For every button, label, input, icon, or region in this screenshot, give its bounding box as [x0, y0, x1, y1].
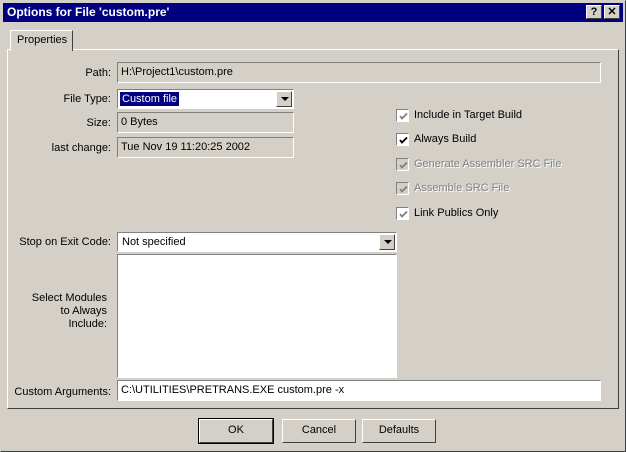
file-type-dropdown[interactable]: Custom file [117, 89, 294, 109]
modules-listbox[interactable] [117, 254, 397, 378]
window-title: Options for File 'custom.pre' [7, 5, 170, 19]
chevron-down-icon[interactable] [379, 234, 395, 250]
file-type-label: File Type: [63, 93, 112, 105]
file-type-value: Custom file [120, 92, 180, 106]
size-field: 0 Bytes [117, 112, 294, 133]
tab-properties[interactable]: Properties [10, 30, 73, 51]
close-button[interactable]: ✕ [604, 5, 620, 19]
generate-assembler-src-label: Generate Assembler SRC File [414, 158, 562, 170]
ok-button[interactable]: OK [198, 418, 274, 444]
stop-on-exit-label: Stop on Exit Code: [19, 236, 111, 248]
custom-arguments-label: Custom Arguments: [14, 386, 111, 398]
tab-properties-label: Properties [17, 34, 68, 46]
custom-arguments-input[interactable]: C:\UTILITIES\PRETRANS.EXE custom.pre -x [117, 380, 601, 401]
path-label: Path: [85, 67, 111, 79]
include-in-target-build-label: Include in Target Build [414, 109, 523, 121]
checkmark-icon [399, 161, 408, 169]
chevron-down-icon[interactable] [276, 91, 292, 107]
checkbox-box [396, 109, 409, 122]
stop-on-exit-value: Not specified [122, 236, 186, 248]
modules-label: Select Modules to Always Include: [31, 292, 107, 330]
checkmark-icon [399, 112, 408, 120]
defaults-button[interactable]: Defaults [362, 419, 436, 443]
path-field: H:\Project1\custom.pre [117, 62, 601, 83]
checkbox-box [396, 182, 409, 195]
cancel-button[interactable]: Cancel [282, 419, 356, 443]
checkbox-box [396, 158, 409, 171]
title-bar[interactable]: Options for File 'custom.pre' ? ✕ [3, 3, 623, 22]
options-dialog: Options for File 'custom.pre' ? ✕ Proper… [0, 0, 626, 452]
checkmark-icon [399, 185, 408, 193]
stop-on-exit-dropdown[interactable]: Not specified [117, 232, 397, 252]
last-change-label: last change: [51, 142, 111, 154]
help-button[interactable]: ? [586, 5, 602, 19]
always-build-label: Always Build [414, 133, 477, 145]
checkbox-box [396, 207, 409, 220]
assemble-src-label: Assemble SRC File [414, 182, 510, 194]
checkmark-icon [399, 210, 408, 218]
checkmark-icon [399, 136, 408, 144]
link-publics-only-label: Link Publics Only [414, 207, 499, 219]
last-change-field: Tue Nov 19 11:20:25 2002 [117, 137, 294, 158]
checkbox-box [396, 133, 409, 146]
size-label: Size: [86, 117, 111, 129]
